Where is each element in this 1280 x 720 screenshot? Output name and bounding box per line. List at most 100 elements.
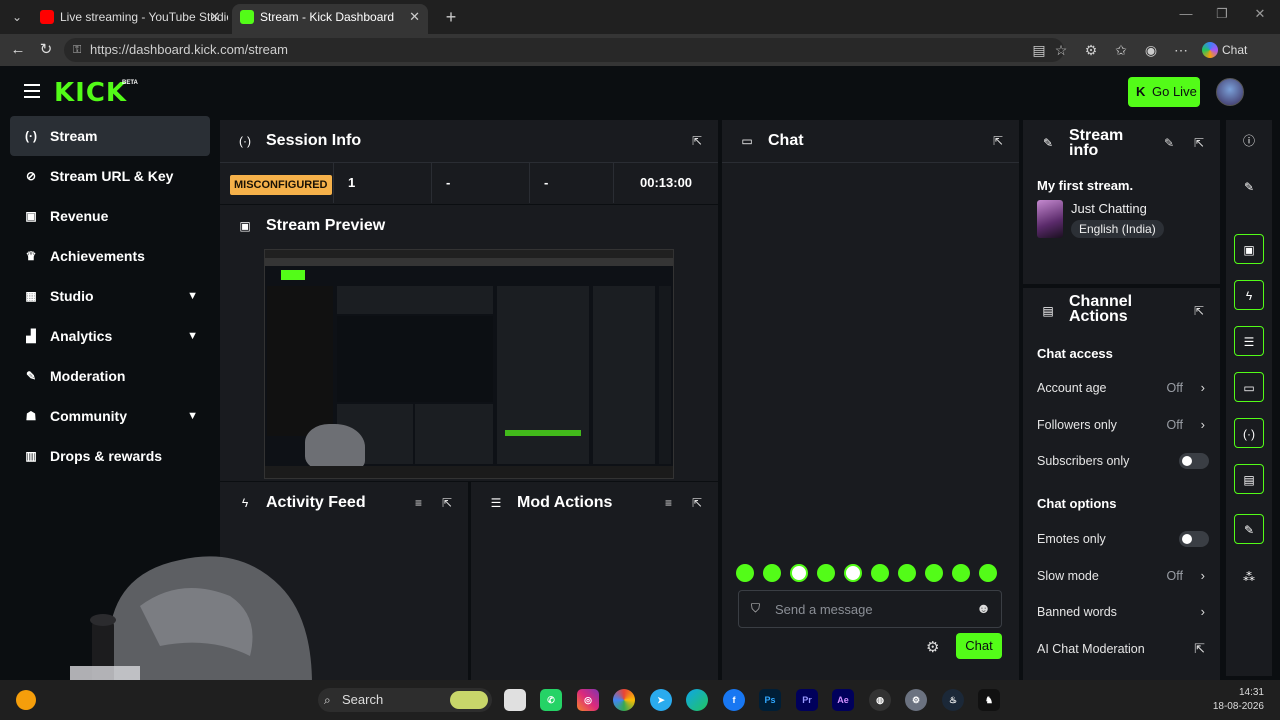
- restore-icon[interactable]: ❐: [1212, 6, 1232, 22]
- menu-icon[interactable]: [24, 84, 40, 98]
- sidebar-item-drops-rewards[interactable]: ▥ Drops & rewards: [10, 436, 210, 476]
- extensions-icon[interactable]: ⚙: [1082, 41, 1100, 59]
- channel-actions-icon[interactable]: ▤: [1234, 464, 1264, 494]
- more-icon[interactable]: ⋯: [1172, 41, 1190, 59]
- emote-icon[interactable]: [979, 564, 997, 582]
- whatsapp-icon[interactable]: ✆: [540, 689, 562, 711]
- broadcast-icon[interactable]: (·): [1234, 418, 1264, 448]
- emote-icon[interactable]: [844, 564, 862, 582]
- edge-icon[interactable]: [686, 689, 708, 711]
- close-window-icon[interactable]: ✕: [1250, 6, 1270, 22]
- sidebar-item-moderation[interactable]: ✎ Moderation: [10, 356, 210, 396]
- popout-icon[interactable]: ⇱: [692, 134, 702, 148]
- emotes-only-toggle[interactable]: [1179, 531, 1209, 547]
- photoshop-icon[interactable]: Ps: [759, 689, 781, 711]
- facebook-icon[interactable]: f: [723, 689, 745, 711]
- new-tab-button[interactable]: +: [440, 6, 462, 28]
- edit-pencil-icon[interactable]: ✎: [1164, 136, 1174, 150]
- gear-icon[interactable]: ⚙: [926, 638, 939, 656]
- sidebar-item-community[interactable]: ☗ Community ▼: [10, 396, 210, 436]
- emote-icon[interactable]: [952, 564, 970, 582]
- chrome-icon[interactable]: [613, 689, 635, 711]
- url-field[interactable]: ⚿ https://dashboard.kick.com/stream: [64, 38, 1064, 62]
- weather-icon[interactable]: [16, 690, 36, 710]
- preview-icon[interactable]: ▣: [1234, 234, 1264, 264]
- top-bar: KICK BETA K Go Live: [4, 68, 1276, 116]
- back-icon[interactable]: ←: [8, 40, 28, 60]
- after-effects-icon[interactable]: Ae: [832, 689, 854, 711]
- minimize-icon[interactable]: —: [1176, 6, 1196, 21]
- panel-header: ϟ Activity Feed ≡ ⇱: [220, 482, 468, 524]
- profile-icon[interactable]: ◉: [1142, 41, 1160, 59]
- kick-logo[interactable]: KICK: [54, 78, 127, 108]
- emote-icon[interactable]: [817, 564, 835, 582]
- app-icon[interactable]: ♞: [978, 689, 1000, 711]
- category-name: Just Chatting: [1071, 201, 1147, 216]
- emote-icon[interactable]: [763, 564, 781, 582]
- premiere-icon[interactable]: Pr: [796, 689, 818, 711]
- obs-icon[interactable]: ◍: [869, 689, 891, 711]
- subscribers-only-toggle[interactable]: [1179, 453, 1209, 469]
- emote-icon[interactable]: [871, 564, 889, 582]
- telegram-icon[interactable]: ➤: [650, 689, 672, 711]
- stream-preview-video[interactable]: [264, 249, 674, 479]
- slow-mode-setting[interactable]: Slow mode Off ›: [1037, 566, 1209, 586]
- favorites-icon[interactable]: ✩: [1112, 41, 1130, 59]
- community-icon[interactable]: ⁂: [1234, 562, 1264, 592]
- settings-icon[interactable]: ⚙: [905, 689, 927, 711]
- emote-icon[interactable]: [736, 564, 754, 582]
- wrench-icon[interactable]: ✎: [1234, 514, 1264, 544]
- refresh-icon[interactable]: ↻: [36, 40, 56, 60]
- sidebar-item-analytics[interactable]: ▟ Analytics ▼: [10, 316, 210, 356]
- clock[interactable]: 14:31 18-08-2026: [1198, 686, 1264, 714]
- emote-icon[interactable]: [898, 564, 916, 582]
- favorite-star-icon[interactable]: ☆: [1052, 41, 1070, 59]
- emote-icon[interactable]: [925, 564, 943, 582]
- account-age-setting[interactable]: Account age Off ›: [1037, 378, 1209, 398]
- filter-icon[interactable]: ≡: [415, 496, 422, 510]
- close-icon[interactable]: ✕: [209, 4, 220, 30]
- chat-message-input[interactable]: [775, 591, 965, 627]
- lightning-icon[interactable]: ϟ: [1234, 280, 1264, 310]
- avatar[interactable]: [1216, 78, 1244, 106]
- tab-kick-dashboard[interactable]: Stream - Kick Dashboard ✕: [232, 4, 428, 34]
- popout-icon[interactable]: ⇱: [692, 496, 702, 510]
- stream-preview-panel: ▣ Stream Preview: [220, 205, 718, 481]
- close-icon[interactable]: ✕: [409, 4, 420, 30]
- info-icon[interactable]: ⓘ: [1234, 126, 1264, 156]
- taskbar-search[interactable]: ⌕ Search: [318, 688, 492, 712]
- instagram-icon[interactable]: ◎: [577, 689, 599, 711]
- tab-youtube-studio[interactable]: Live streaming - YouTube Studio ✕: [32, 4, 228, 34]
- panel-title: Chat: [768, 132, 804, 149]
- go-live-button[interactable]: K Go Live: [1128, 77, 1200, 107]
- steam-icon[interactable]: ♨: [942, 689, 964, 711]
- emoji-icon[interactable]: ☻: [976, 600, 991, 616]
- banned-words-setting[interactable]: Banned words ›: [1037, 602, 1209, 622]
- sidebar-item-achievements[interactable]: ♛ Achievements: [10, 236, 210, 276]
- reader-icon[interactable]: ▤: [1030, 41, 1048, 59]
- shield-icon: ⛉: [751, 601, 761, 615]
- list-icon[interactable]: ☰: [1234, 326, 1264, 356]
- sidebar-item-revenue[interactable]: ▣ Revenue: [10, 196, 210, 236]
- sidebar-item-stream-url-key[interactable]: ⊘ Stream URL & Key: [10, 156, 210, 196]
- popout-icon[interactable]: ⇱: [1194, 304, 1204, 318]
- copilot-chat-button[interactable]: Chat: [1200, 40, 1247, 60]
- sidebar-item-stream[interactable]: (·) Stream: [10, 116, 210, 156]
- emote-icon[interactable]: [790, 564, 808, 582]
- popout-icon[interactable]: ⇱: [993, 134, 1003, 148]
- tab-list-icon[interactable]: ⌄: [6, 6, 28, 28]
- setting-label: Banned words: [1037, 605, 1117, 619]
- file-explorer-icon[interactable]: [504, 689, 526, 711]
- popout-icon[interactable]: ⇱: [442, 496, 452, 510]
- chat-bubble-icon[interactable]: ▭: [1234, 372, 1264, 402]
- sidebar-item-studio[interactable]: ▦ Studio ▼: [10, 276, 210, 316]
- sidebar-item-label: Drops & rewards: [50, 448, 163, 464]
- edit-pencil-icon[interactable]: ✎: [1234, 172, 1264, 202]
- filter-icon[interactable]: ≡: [665, 496, 672, 510]
- followers-only-setting[interactable]: Followers only Off ›: [1037, 415, 1209, 435]
- ai-chat-moderation-setting[interactable]: AI Chat Moderation ⇱: [1037, 639, 1209, 659]
- popout-icon[interactable]: ⇱: [1194, 136, 1204, 150]
- chat-send-button[interactable]: Chat: [956, 633, 1002, 659]
- viewers-value: 1: [334, 163, 432, 203]
- youtube-icon: [40, 10, 54, 24]
